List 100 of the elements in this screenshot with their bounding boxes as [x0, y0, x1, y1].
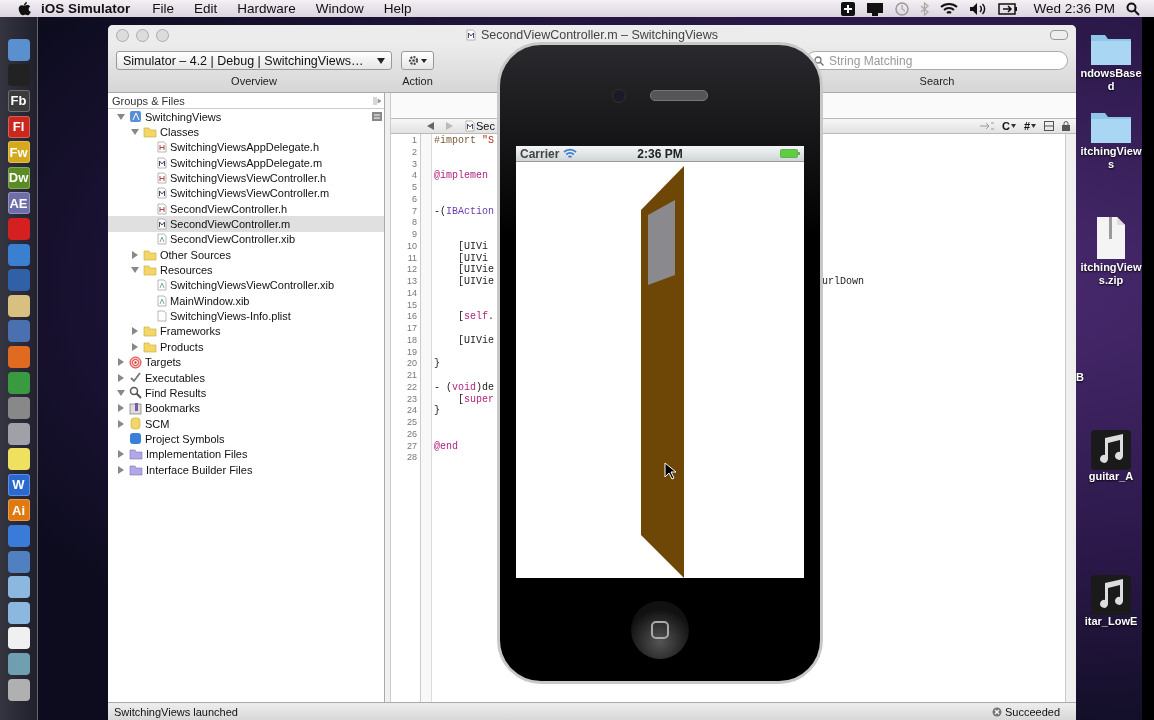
disclosure-triangle-icon[interactable] [117, 358, 125, 367]
dock-app-icon[interactable] [7, 678, 30, 701]
search-field[interactable]: String Matching [806, 51, 1068, 70]
tree-item[interactable]: SecondViewController.xib [108, 231, 384, 248]
tree-item[interactable]: SwitchingViewsAppDelegate.m [108, 155, 384, 171]
plus-box-icon[interactable] [841, 1, 856, 16]
menu-item[interactable]: File [142, 1, 185, 16]
code-text: -(IBAction [434, 205, 496, 218]
dock-app-tile[interactable]: Fl [7, 115, 30, 138]
editor-menu[interactable]: # [1023, 120, 1036, 132]
tree-item[interactable]: SCM [108, 415, 384, 432]
disclosure-triangle-icon[interactable] [117, 373, 125, 382]
line-number: 11 [407, 252, 417, 265]
wifi-icon[interactable] [940, 1, 959, 16]
code-text: [UIVie [457, 264, 495, 276]
interface-file-icon [157, 279, 167, 292]
back-arrow-icon[interactable] [427, 122, 434, 130]
tree-item[interactable]: Interface Builder Files [108, 461, 384, 478]
dock-app-icon[interactable] [7, 448, 30, 471]
volume-icon[interactable] [969, 1, 988, 16]
line-number: 27 [407, 440, 417, 453]
dock-app-icon[interactable] [7, 576, 30, 599]
list-icon[interactable] [372, 112, 382, 121]
folder-icon [143, 340, 157, 353]
dock-app-tile[interactable]: Dw [7, 166, 30, 189]
cube-icon [129, 432, 142, 446]
splitter-handle-icon[interactable] [372, 96, 382, 106]
tree-item[interactable]: MainWindow.xib [108, 293, 384, 309]
file-popup[interactable]: Sec [465, 120, 495, 132]
tree-item[interactable]: SecondViewController.h [108, 201, 384, 217]
magnifier-icon [129, 386, 142, 400]
app-menu[interactable]: iOS Simulator [31, 1, 143, 16]
dock-app-icon[interactable] [7, 294, 30, 317]
tree-item[interactable]: SwitchingViews-Info.plist [108, 308, 384, 324]
dock-app-icon[interactable] [7, 422, 30, 445]
line-number: 26 [407, 428, 417, 441]
split-editor-icon[interactable] [1044, 121, 1054, 131]
tree-item[interactable]: SecondViewController.m [108, 216, 384, 232]
disclosure-triangle-icon[interactable] [131, 250, 139, 259]
dock-app-tile[interactable]: Fb [7, 90, 30, 112]
menu-item[interactable]: Window [305, 1, 374, 16]
scrollbar[interactable] [1065, 134, 1076, 702]
toolbar-toggle-button[interactable] [1050, 30, 1068, 40]
editor-menu[interactable]: C [1001, 120, 1016, 132]
disclosure-triangle-icon[interactable] [131, 266, 139, 275]
battery-icon[interactable] [998, 2, 1019, 15]
dock-app-tile[interactable]: W [7, 473, 30, 496]
tree-item[interactable]: SwitchingViewsAppDelegate.h [108, 139, 384, 156]
close-button[interactable] [116, 29, 129, 42]
disclosure-triangle-icon[interactable] [117, 419, 125, 428]
menu-item[interactable]: Help [373, 1, 422, 16]
dock-app-tile[interactable]: AE [7, 192, 30, 215]
tree-item[interactable]: Project Symbols [108, 431, 384, 447]
action-button[interactable] [401, 51, 434, 70]
menu-clock[interactable]: Wed 2:36 PM [1033, 1, 1115, 16]
tree-item[interactable]: Bookmarks [108, 400, 384, 416]
display-icon[interactable] [866, 1, 885, 16]
caret-icon [1010, 124, 1016, 128]
scheme-popup[interactable]: Simulator – 4.2 | Debug | SwitchingViews… [116, 51, 392, 70]
tree-item[interactable]: Products [108, 339, 384, 355]
disclosure-triangle-icon[interactable] [117, 112, 125, 121]
code-text: } [434, 405, 441, 417]
dock-app-icon[interactable] [7, 627, 30, 650]
caret-icon [1031, 124, 1036, 128]
search-icon[interactable] [1126, 1, 1140, 16]
tree-item[interactable]: SwitchingViews [108, 109, 384, 125]
code-text: @end [434, 440, 459, 453]
tree-item[interactable]: Classes [108, 124, 384, 140]
lock-icon[interactable] [1062, 121, 1070, 131]
disclosure-triangle-icon[interactable] [117, 450, 125, 459]
disclosure-triangle-icon[interactable] [131, 342, 139, 351]
disclosure-triangle-icon[interactable] [117, 388, 125, 397]
apple-logo-icon[interactable] [18, 1, 31, 16]
tree-item[interactable]: SwitchingViewsViewController.h [108, 170, 384, 186]
tree-item[interactable]: Targets [108, 354, 384, 370]
tree-item[interactable]: Implementation Files [108, 446, 384, 462]
tree-item[interactable]: Other Sources [108, 247, 384, 263]
tree-item[interactable]: Find Results [108, 385, 384, 401]
line-number: 4 [412, 170, 417, 182]
tree-item[interactable]: Frameworks [108, 323, 384, 340]
tree-item[interactable]: SwitchingViewsViewController.xib [108, 277, 384, 294]
disclosure-triangle-icon[interactable] [131, 327, 139, 336]
tree-item[interactable]: Executables [108, 369, 384, 386]
menu-item[interactable]: Hardware [227, 1, 306, 16]
dock-app-icon[interactable] [7, 653, 30, 676]
minimize-button[interactable] [136, 29, 149, 42]
bookmark-arrow-icon[interactable] [979, 122, 994, 130]
dock-app-icon[interactable] [7, 601, 30, 624]
disclosure-triangle-icon[interactable] [117, 465, 125, 474]
disclosure-triangle-icon[interactable] [131, 128, 139, 136]
zoom-button[interactable] [156, 29, 169, 42]
clock-icon[interactable] [895, 1, 910, 16]
cursor-icon [664, 462, 676, 480]
tree-item[interactable]: SwitchingViewsViewController.m [108, 185, 384, 202]
tree-item[interactable]: Resources [108, 262, 384, 278]
bluetooth-icon[interactable] [920, 1, 930, 16]
project-icon [129, 110, 142, 124]
source-file-icon [157, 187, 167, 200]
menu-item[interactable]: Edit [184, 1, 228, 16]
disclosure-triangle-icon[interactable] [117, 404, 125, 413]
